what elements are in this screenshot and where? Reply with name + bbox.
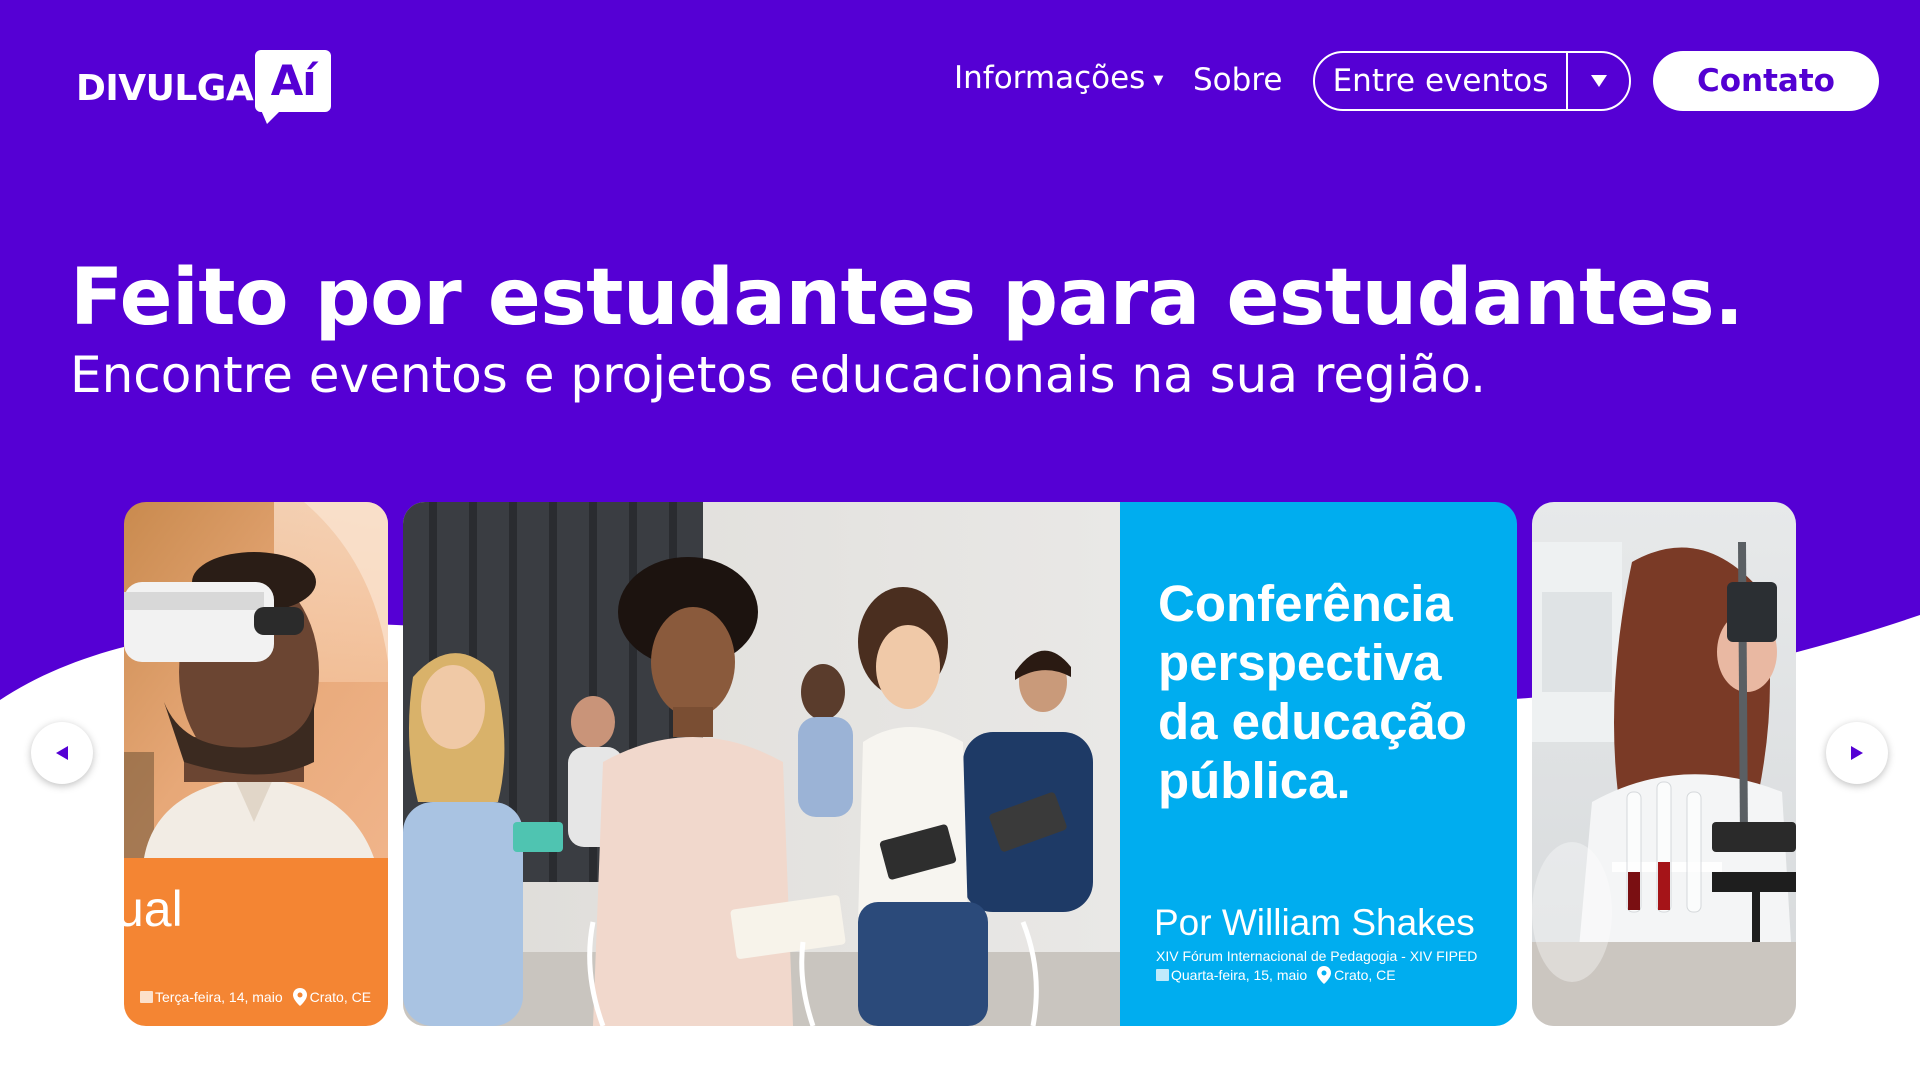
events-dropdown-toggle[interactable] — [1568, 53, 1629, 109]
triangle-down-icon — [1590, 75, 1607, 87]
logo-badge-text: Aí — [270, 56, 317, 105]
event-card-next[interactable] — [1532, 502, 1796, 1026]
event-card-previous[interactable]: ual Terça-feira, 14, maio Crato, CE — [124, 502, 388, 1026]
location-pin-icon — [292, 988, 307, 1006]
featured-event-author: Por William Shakes — [1154, 902, 1475, 943]
triangle-left-icon — [56, 746, 68, 760]
nav-informacoes-dropdown[interactable]: Informações ▼ — [954, 58, 1163, 98]
carousel-next-button[interactable] — [1826, 722, 1888, 784]
event-card-featured[interactable]: Conferência perspectiva da educação públ… — [403, 502, 1517, 1026]
featured-event-date: Quarta-feira, 15, maio — [1171, 967, 1308, 983]
featured-event-meta: Quarta-feira, 15, maio Crato, CE — [1156, 966, 1396, 984]
vr-headset-photo — [124, 502, 388, 858]
events-split-button: Entre eventos — [1313, 51, 1631, 111]
logo[interactable]: DIVULGA Aí — [76, 48, 332, 124]
featured-event-location: Crato, CE — [1334, 967, 1396, 983]
calendar-icon — [1156, 969, 1169, 981]
event-card-info-panel: ual Terça-feira, 14, maio Crato, CE — [124, 858, 388, 1026]
laboratory-photo — [1532, 502, 1796, 1026]
logo-wordmark: DIVULGA — [76, 68, 254, 109]
event-card-date: Terça-feira, 14, maio — [155, 989, 283, 1005]
conference-audience-photo — [403, 502, 1120, 1026]
enter-events-button[interactable]: Entre eventos — [1315, 53, 1568, 109]
caret-down-icon: ▼ — [1153, 72, 1164, 88]
carousel-prev-button[interactable] — [31, 722, 93, 784]
event-card-meta: Terça-feira, 14, maio Crato, CE — [140, 988, 371, 1006]
hero-title: Feito por estudantes para estudantes. — [70, 253, 1744, 343]
location-pin-icon — [1317, 966, 1332, 984]
logo-badge: Aí — [255, 50, 332, 124]
event-card-title: ual — [124, 881, 183, 937]
site-header: DIVULGA Aí Informações ▼ Sobre Entre eve… — [0, 0, 1920, 160]
featured-event-title: Conferência perspectiva da educação públ… — [1158, 575, 1467, 809]
triangle-right-icon — [1851, 746, 1863, 760]
event-card-location: Crato, CE — [309, 989, 372, 1005]
contact-button[interactable]: Contato — [1653, 51, 1879, 111]
nav-informacoes-label: Informações — [954, 60, 1146, 96]
calendar-icon — [140, 991, 153, 1003]
hero-subtitle: Encontre eventos e projetos educacionais… — [70, 346, 1486, 404]
nav-sobre-link[interactable]: Sobre — [1193, 60, 1282, 100]
featured-event-info-panel: Conferência perspectiva da educação públ… — [1120, 502, 1517, 1026]
featured-event-name: XIV Fórum Internacional de Pedagogia - X… — [1156, 948, 1478, 964]
